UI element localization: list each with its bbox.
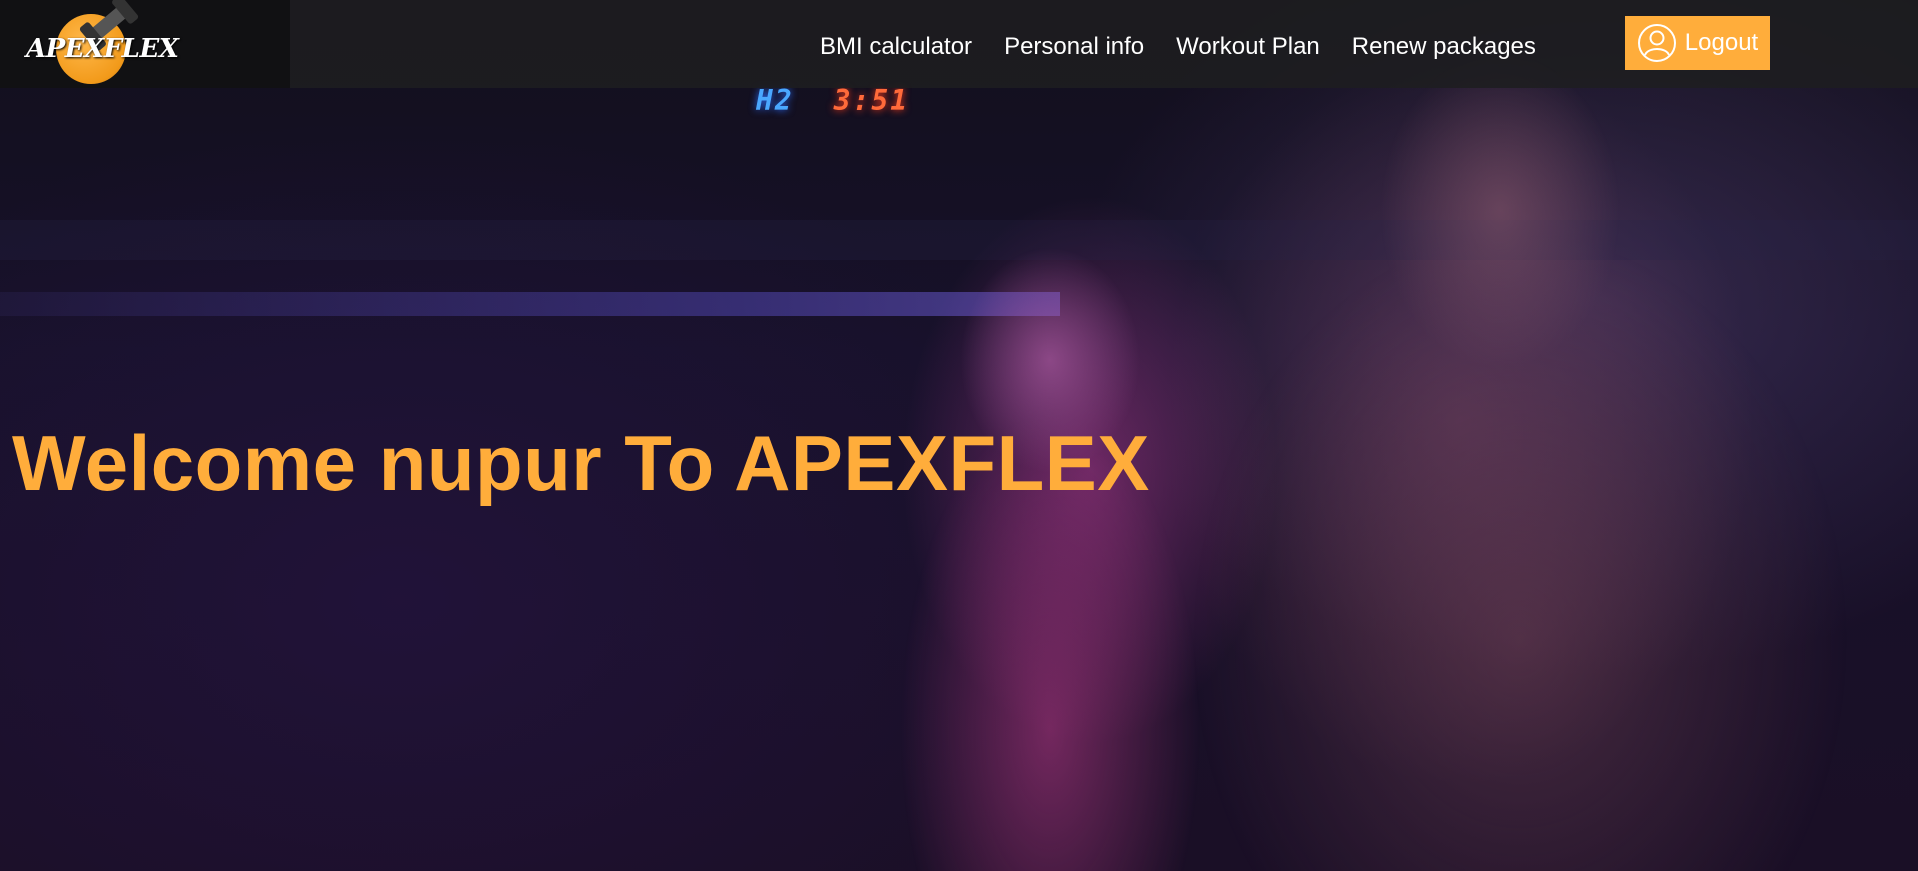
- nav-personal-info[interactable]: Personal info: [1004, 29, 1144, 59]
- timer-round: H2: [756, 84, 794, 117]
- top-navbar: APEXFLEX BMI calculator Personal info Wo…: [0, 0, 1918, 88]
- welcome-heading: Welcome nupur To APEXFLEX: [12, 419, 1150, 507]
- logo-wordmark: APEXFLEX: [26, 34, 179, 64]
- hero-photo-woman: [860, 170, 1240, 871]
- timer-clock: 3:51: [833, 84, 910, 117]
- hero-background: H2 3:51 Welcome nupur To APEXFLEX: [0, 0, 1918, 871]
- user-circle-icon: [1637, 24, 1676, 62]
- brand-logo[interactable]: APEXFLEX: [26, 2, 179, 84]
- logout-label: Logout: [1684, 29, 1759, 56]
- nav-links: BMI calculator Personal info Workout Pla…: [820, 0, 1536, 88]
- nav-workout-plan[interactable]: Workout Plan: [1176, 29, 1320, 59]
- nav-renew-packages[interactable]: Renew packages: [1352, 29, 1536, 59]
- gym-timer-display: H2 3:51: [756, 84, 909, 117]
- logout-button[interactable]: Logout: [1625, 16, 1770, 70]
- nav-bmi-calculator[interactable]: BMI calculator: [820, 29, 972, 59]
